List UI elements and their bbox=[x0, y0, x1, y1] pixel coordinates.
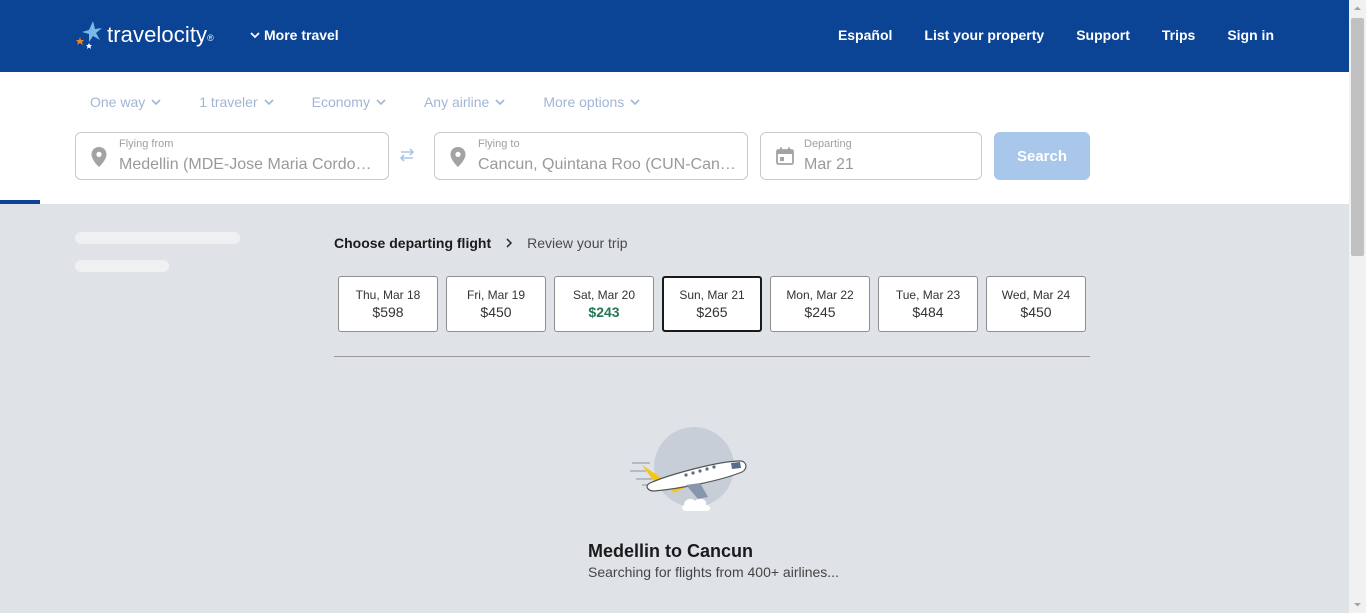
airline-label: Any airline bbox=[423, 94, 490, 110]
chevron-down-icon bbox=[495, 99, 505, 106]
logo-text: travelocity bbox=[107, 22, 208, 47]
header-nav: Español List your property Support Trips… bbox=[838, 27, 1274, 43]
searching-status-text: Searching for flights from 400+ airlines… bbox=[588, 564, 839, 580]
flying-from-value: Medellin (MDE-Jose Maria Cordova Intl.) bbox=[119, 156, 377, 173]
more-travel-menu[interactable]: More travel bbox=[250, 27, 339, 43]
nav-list-property[interactable]: List your property bbox=[924, 27, 1044, 43]
date-label: Sat, Mar 20 bbox=[572, 288, 636, 302]
date-label: Sun, Mar 21 bbox=[679, 288, 745, 302]
nav-espanol[interactable]: Español bbox=[838, 27, 892, 43]
date-label: Thu, Mar 18 bbox=[355, 288, 421, 302]
trip-type-label: One way bbox=[90, 94, 146, 110]
date-label: Wed, Mar 24 bbox=[1001, 288, 1071, 302]
travelocity-logo[interactable]: travelocity ® bbox=[75, 18, 214, 52]
breadcrumb: Choose departing flight Review your trip bbox=[334, 235, 627, 251]
date-tile-mar-19[interactable]: Fri, Mar 19 $450 bbox=[446, 276, 546, 332]
search-button[interactable]: Search bbox=[994, 132, 1090, 180]
location-pin-icon bbox=[91, 147, 107, 167]
date-label: Tue, Mar 23 bbox=[895, 288, 961, 302]
date-price: $598 bbox=[372, 304, 404, 320]
departing-value: Mar 21 bbox=[804, 156, 854, 173]
chevron-down-icon bbox=[250, 32, 260, 39]
flying-to-label: Flying to bbox=[478, 138, 520, 150]
nav-trips[interactable]: Trips bbox=[1162, 27, 1195, 43]
flying-to-value: Cancun, Quintana Roo (CUN-Cancun Intl.) bbox=[478, 156, 736, 173]
trip-type-dropdown[interactable]: One way bbox=[90, 94, 161, 110]
top-header: travelocity ® More travel Español List y… bbox=[0, 0, 1349, 72]
loading-progress-bar bbox=[0, 200, 40, 204]
date-price: $484 bbox=[912, 304, 944, 320]
more-options-label: More options bbox=[543, 94, 625, 110]
page-scrollbar[interactable] bbox=[1349, 0, 1366, 613]
filter-skeleton-placeholder bbox=[75, 232, 240, 244]
more-travel-label: More travel bbox=[264, 27, 339, 43]
date-label: Mon, Mar 22 bbox=[786, 288, 854, 302]
date-price: $450 bbox=[1020, 304, 1052, 320]
date-tile-mar-22[interactable]: Mon, Mar 22 $245 bbox=[770, 276, 870, 332]
location-pin-icon bbox=[450, 147, 466, 167]
logo-star-icon bbox=[76, 21, 102, 49]
scroll-up-arrow-icon[interactable] bbox=[1353, 4, 1362, 13]
date-price: $245 bbox=[804, 304, 836, 320]
date-tile-mar-21-selected[interactable]: Sun, Mar 21 $265 bbox=[662, 276, 762, 332]
search-panel: One way 1 traveler Economy Any airline M… bbox=[0, 72, 1349, 204]
departing-date-field[interactable]: Departing Mar 21 bbox=[760, 132, 982, 180]
date-price-selector: Thu, Mar 18 $598 Fri, Mar 19 $450 Sat, M… bbox=[338, 276, 1086, 332]
swap-icon[interactable] bbox=[398, 148, 416, 162]
date-price: $450 bbox=[480, 304, 512, 320]
chevron-down-icon bbox=[264, 99, 274, 106]
route-title: Medellin to Cancun bbox=[588, 541, 754, 561]
nav-sign-in[interactable]: Sign in bbox=[1227, 27, 1274, 43]
chevron-right-icon bbox=[506, 238, 513, 248]
breadcrumb-review-trip: Review your trip bbox=[527, 235, 628, 251]
date-tile-mar-23[interactable]: Tue, Mar 23 $484 bbox=[878, 276, 978, 332]
scroll-thumb[interactable] bbox=[1351, 18, 1364, 256]
scroll-down-arrow-icon[interactable] bbox=[1353, 600, 1362, 609]
calendar-icon bbox=[776, 147, 794, 165]
cabin-class-dropdown[interactable]: Economy bbox=[312, 94, 386, 110]
flying-from-label: Flying from bbox=[119, 138, 174, 150]
departing-label: Departing bbox=[804, 138, 852, 150]
filter-skeleton-placeholder bbox=[75, 260, 169, 272]
cabin-class-label: Economy bbox=[311, 94, 370, 110]
date-price: $265 bbox=[696, 304, 728, 320]
section-divider bbox=[334, 356, 1090, 357]
flying-from-field[interactable]: Flying from Medellin (MDE-Jose Maria Cor… bbox=[75, 132, 389, 180]
chevron-down-icon bbox=[630, 99, 640, 106]
logo-trademark: ® bbox=[207, 33, 214, 43]
travelers-label: 1 traveler bbox=[199, 94, 258, 110]
date-price-cheapest: $243 bbox=[588, 304, 620, 320]
date-tile-mar-24[interactable]: Wed, Mar 24 $450 bbox=[986, 276, 1086, 332]
travelers-dropdown[interactable]: 1 traveler bbox=[199, 94, 274, 110]
breadcrumb-choose-departing: Choose departing flight bbox=[334, 235, 492, 251]
chevron-down-icon bbox=[151, 99, 161, 106]
flying-to-field[interactable]: Flying to Cancun, Quintana Roo (CUN-Canc… bbox=[434, 132, 748, 180]
airplane-illustration-icon bbox=[630, 427, 747, 511]
airline-dropdown[interactable]: Any airline bbox=[424, 94, 505, 110]
date-tile-mar-20[interactable]: Sat, Mar 20 $243 bbox=[554, 276, 654, 332]
date-tile-mar-18[interactable]: Thu, Mar 18 $598 bbox=[338, 276, 438, 332]
chevron-down-icon bbox=[376, 99, 386, 106]
more-options-dropdown[interactable]: More options bbox=[543, 94, 640, 110]
search-filters: One way 1 traveler Economy Any airline M… bbox=[90, 94, 640, 110]
nav-support[interactable]: Support bbox=[1076, 27, 1130, 43]
date-label: Fri, Mar 19 bbox=[466, 288, 525, 302]
